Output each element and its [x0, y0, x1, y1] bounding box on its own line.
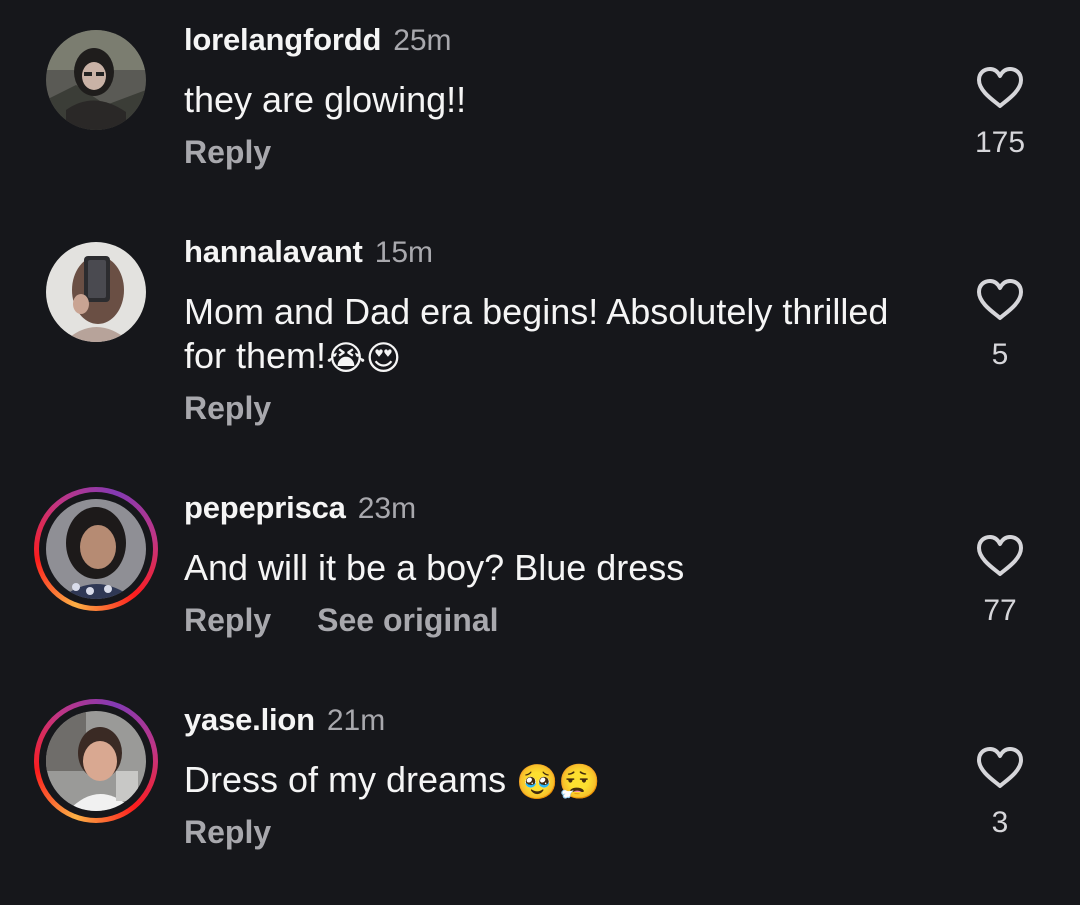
avatar[interactable]: [46, 499, 146, 599]
heart-outline-icon[interactable]: [976, 278, 1024, 322]
timestamp: 25m: [393, 24, 452, 57]
comment-actions: Reply: [184, 390, 271, 430]
avatar-container[interactable]: [34, 18, 158, 142]
avatar-story-ring[interactable]: [34, 699, 158, 823]
heart-outline-icon[interactable]: [976, 534, 1024, 578]
timestamp: 21m: [326, 704, 386, 737]
username[interactable]: hannalavant: [184, 234, 363, 270]
see-original-button[interactable]: See original: [317, 602, 498, 639]
comment-text: And will it be a boy? Blue dress: [184, 546, 904, 590]
avatar-container[interactable]: [34, 230, 158, 354]
comment-body: Dress of my dreams: [184, 759, 517, 800]
avatar-story-ring[interactable]: [34, 487, 158, 611]
timestamp: 15m: [374, 236, 434, 269]
like-count: 175: [974, 126, 1026, 159]
reply-button[interactable]: Reply: [184, 134, 271, 171]
like-count: 5: [991, 338, 1009, 371]
comment-text: they are glowing!!: [184, 78, 904, 122]
heart-outline-icon[interactable]: [976, 66, 1024, 110]
like-count: 77: [983, 594, 1017, 627]
comment-meta: hannalavant 15m: [184, 234, 433, 274]
comment-body: Mom and Dad era begins! Absolutely thril…: [184, 291, 889, 376]
emoji: 😭😍: [326, 338, 402, 379]
comment-actions: Reply See original: [184, 602, 499, 642]
comment-meta: yase.lion 21m: [184, 702, 385, 742]
avatar[interactable]: [46, 30, 146, 130]
like-container: 5: [960, 278, 1040, 372]
reply-button[interactable]: Reply: [184, 390, 271, 427]
username[interactable]: yase.lion: [184, 702, 315, 738]
avatar[interactable]: [46, 711, 146, 811]
like-container: 3: [960, 746, 1040, 840]
username[interactable]: lorelangfordd: [184, 22, 381, 58]
reply-button[interactable]: Reply: [184, 814, 271, 851]
like-count: 3: [991, 806, 1009, 839]
heart-outline-icon[interactable]: [976, 746, 1024, 790]
comment-text: Dress of my dreams 🥹😮‍💨: [184, 758, 904, 804]
timestamp: 23m: [357, 492, 417, 525]
comment-actions: Reply: [184, 134, 271, 174]
comment-actions: Reply: [184, 814, 271, 854]
username[interactable]: pepeprisca: [184, 490, 346, 526]
like-container: 175: [960, 66, 1040, 160]
reply-button[interactable]: Reply: [184, 602, 271, 639]
comment-body: they are glowing!!: [184, 79, 467, 120]
comment-body: And will it be a boy? Blue dress: [184, 547, 685, 588]
avatar-ring-gap: [39, 704, 153, 818]
avatar-ring-gap: [39, 492, 153, 606]
avatar[interactable]: [46, 242, 146, 342]
like-container: 77: [960, 534, 1040, 628]
comment-meta: lorelangfordd 25m: [184, 22, 452, 62]
comment-meta: pepeprisca 23m: [184, 490, 416, 530]
comment-text: Mom and Dad era begins! Absolutely thril…: [184, 290, 904, 380]
emoji: 🥹😮‍💨: [516, 762, 601, 803]
